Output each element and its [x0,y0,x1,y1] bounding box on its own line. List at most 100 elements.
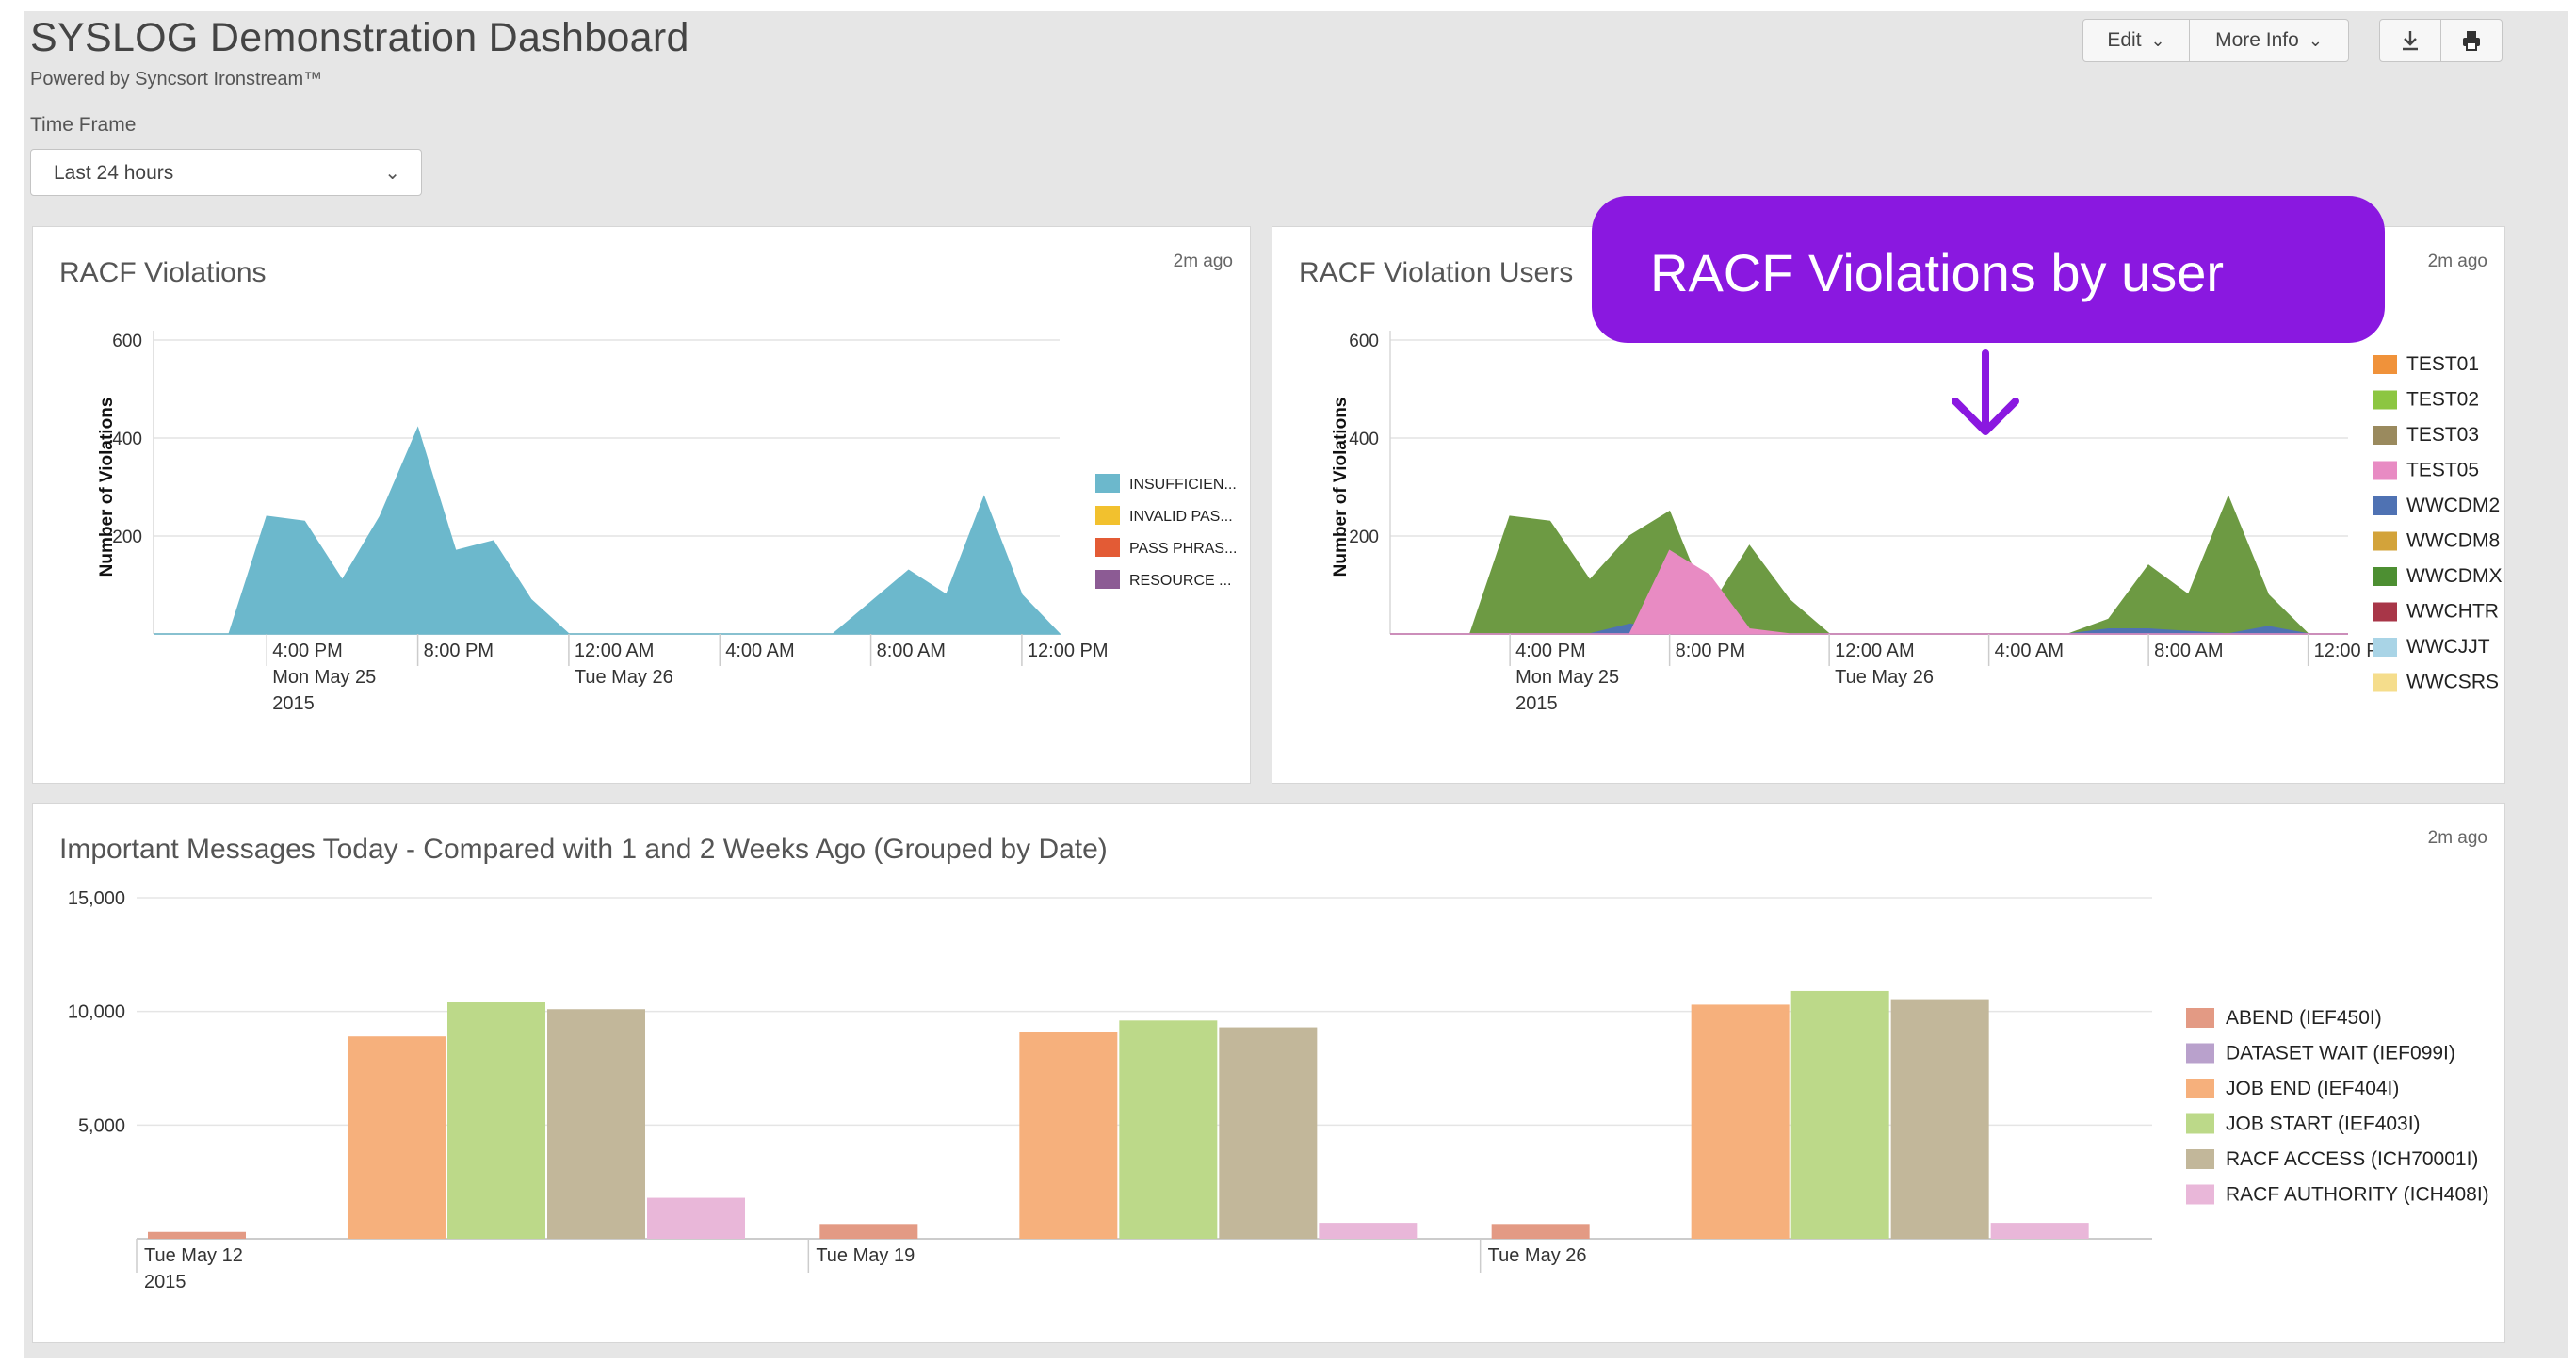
legend-swatch [2373,638,2397,657]
x-tick-label: 4:00 AM [725,641,794,661]
bar-job-end-ief404i- [1019,1032,1118,1239]
legend-label: JOB END (IEF404I) [2226,1078,2399,1099]
callout-text: RACF Violations by user [1650,243,2224,302]
legend-swatch [1095,474,1120,493]
time-frame-value: Last 24 hours [54,162,174,184]
legend-label: ABEND (IEF450I) [2226,1007,2382,1029]
legend-swatch [2186,1149,2214,1169]
chevron-down-icon: ⌄ [2150,30,2165,50]
download-button[interactable] [2379,19,2441,62]
racf-violations-chart[interactable]: 200 400 600 Number of Violations 4:00 PM Mon … [33,227,1250,783]
time-frame-select[interactable]: Last 24 hours ⌄ [30,149,422,196]
more-info-button[interactable]: More Info ⌄ [2189,19,2349,62]
x-tick-label: Tue May 12 [144,1245,243,1266]
arrow-down-icon [1952,349,2019,435]
y-tick-label: 200 [1349,528,1379,547]
x-tick-label: 8:00 AM [2154,641,2223,661]
legend-swatch [1095,570,1120,589]
bar-racf-authority-ich408i- [1990,1223,2089,1239]
legend-swatch [2373,355,2397,374]
chevron-down-icon: ⌄ [384,163,400,184]
legend-label: DATASET WAIT (IEF099I) [2226,1043,2455,1064]
legend-label: RESOURCE ... [1129,573,1231,589]
legend-swatch [2373,567,2397,586]
important-messages-panel: Important Messages Today - Compared with… [32,803,2505,1343]
legend-label: TEST05 [2406,460,2479,481]
print-button[interactable] [2440,19,2503,62]
legend-swatch [2186,1184,2214,1205]
x-tick-label: 12:00 PM [1028,641,1109,661]
y-tick-label: 15,000 [68,888,125,909]
more-info-label: More Info [2215,29,2299,51]
legend-label: WWCDM8 [2406,530,2500,552]
y-tick-label: 200 [112,528,142,547]
legend-swatch [2373,390,2397,410]
bar-abend-ief450i- [148,1231,246,1239]
x-tick-label: 2015 [1515,693,1558,714]
page-subtitle: Powered by Syncsort Ironstream™ [30,69,323,89]
bar-racf-authority-ich408i- [1319,1223,1418,1239]
y-tick-label: 10,000 [68,1002,125,1023]
edit-label: Edit [2107,29,2142,51]
legend-swatch [2186,1008,2214,1028]
bar-racf-access-ich70001i- [547,1009,645,1239]
legend-swatch [2373,602,2397,622]
legend-swatch [2186,1043,2214,1064]
legend-swatch [2373,426,2397,445]
legend-label: PASS PHRAS... [1129,541,1237,557]
x-tick-label: Mon May 25 [1515,667,1619,688]
y-tick-label: 400 [112,430,142,449]
legend-swatch [2373,461,2397,480]
bar-job-start-ief403i- [1119,1020,1218,1239]
bar-job-start-ief403i- [1790,990,1889,1239]
x-tick-label: Tue May 19 [816,1245,915,1266]
x-tick-label: 12:00 AM [575,641,655,661]
legend-label: RACF AUTHORITY (ICH408I) [2226,1184,2489,1206]
legend-label: WWCJJT [2406,636,2490,658]
legend-swatch [2186,1079,2214,1098]
x-tick-label: Tue May 26 [575,667,673,688]
legend-label: JOB START (IEF403I) [2226,1113,2421,1135]
x-tick-label: 2015 [272,693,315,714]
y-tick-label: 400 [1349,430,1379,449]
area-series-wwcdmx [1390,495,2348,635]
x-tick-label: 4:00 AM [1995,641,2064,661]
legend-swatch [2186,1113,2214,1134]
y-axis-label: Number of Violations [1331,398,1351,577]
bar-racf-authority-ich408i- [647,1197,745,1239]
x-tick-label: Mon May 25 [272,667,376,688]
legend-label: INVALID PAS... [1129,509,1233,525]
print-icon [2463,31,2480,51]
bar-abend-ief450i- [819,1224,918,1239]
bar-racf-access-ich70001i- [1219,1027,1318,1239]
legend-label: RACF ACCESS (ICH70001I) [2226,1148,2478,1170]
bar-job-end-ief404i- [348,1036,446,1239]
legend-label: TEST02 [2406,389,2479,411]
legend-swatch [1095,506,1120,525]
download-icon [2403,31,2418,51]
legend-label: WWCHTR [2406,601,2499,623]
x-tick-label: Tue May 26 [1835,667,1934,688]
y-tick-label: 5,000 [78,1115,125,1136]
edit-button[interactable]: Edit ⌄ [2082,19,2190,62]
y-axis-label: Number of Violations [97,398,117,577]
y-tick-label: 600 [112,332,142,351]
x-tick-label: 8:00 PM [424,641,494,661]
legend-label: WWCSRS [2406,672,2499,693]
bar-abend-ief450i- [1491,1224,1590,1239]
bar-job-start-ief403i- [447,1002,545,1239]
x-tick-label: 2015 [144,1272,186,1292]
callout-bubble: RACF Violations by user [1592,196,2385,343]
y-tick-label: 600 [1349,332,1379,351]
x-tick-label: 4:00 PM [1515,641,1585,661]
x-tick-label: 8:00 AM [877,641,946,661]
legend-label: INSUFFICIEN... [1129,477,1237,493]
bar-job-end-ief404i- [1691,1004,1790,1239]
x-tick-label: 12:00 AM [1835,641,1915,661]
area-series-insufficien- [154,426,1061,635]
chevron-down-icon: ⌄ [2308,30,2323,50]
legend-label: WWCDMX [2406,565,2502,587]
important-messages-chart[interactable]: 5,000 10,000 15,000 Tue May 12 2015 Tue May 1… [33,804,2504,1342]
legend-label: TEST03 [2406,424,2479,446]
x-tick-label: 4:00 PM [272,641,342,661]
